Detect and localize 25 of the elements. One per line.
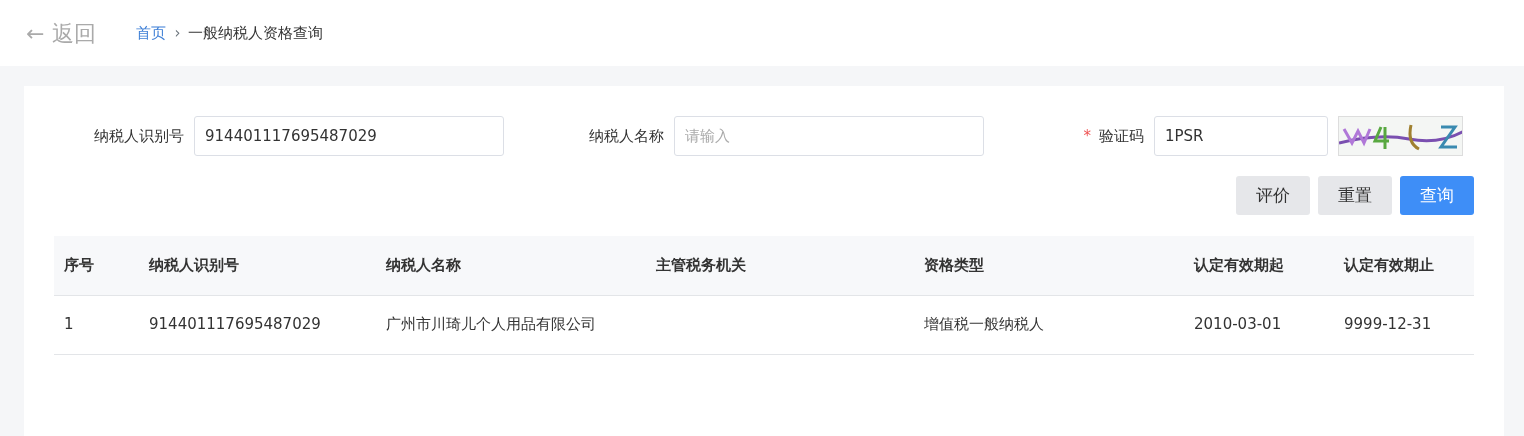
table-cell: 914401117695487029 — [149, 315, 321, 334]
breadcrumb-link[interactable]: 首页 — [136, 21, 167, 45]
field-label: 纳税人名称 — [589, 125, 664, 147]
table-cell: 9999-12-31 — [1344, 315, 1432, 334]
breadcrumb-current: 一般纳税人资格查询 — [188, 22, 324, 44]
separator: › — [174, 22, 181, 44]
button[interactable]: 评价 — [1236, 176, 1310, 215]
column-header: 主管税务机关 — [646, 236, 914, 295]
required-mark: * — [1083, 125, 1091, 147]
button[interactable]: 重置 — [1318, 176, 1392, 215]
field-label: 纳税人识别号 — [94, 125, 184, 147]
input-field[interactable]: 请输入 — [674, 116, 984, 156]
column-header: 认定有效期起 — [1184, 236, 1334, 295]
column-header: 资格类型 — [914, 236, 1184, 295]
table-cell: 1 — [64, 315, 74, 334]
table-cell: 2010-03-01 — [1194, 315, 1282, 334]
column-header: 序号 — [54, 236, 139, 295]
table-cell: 广州市川琦儿个人用品有限公司 — [386, 315, 596, 334]
column-header: 纳税人名称 — [376, 236, 646, 295]
column-header: 纳税人识别号 — [139, 236, 376, 295]
input-field[interactable]: 914401117695487029 — [194, 116, 504, 156]
column-header: 认定有效期止 — [1334, 236, 1474, 295]
table-cell: 增值税一般纳税人 — [924, 315, 1044, 334]
field-label: 验证码 — [1099, 125, 1144, 147]
input-field[interactable]: 1PSR — [1154, 116, 1328, 156]
